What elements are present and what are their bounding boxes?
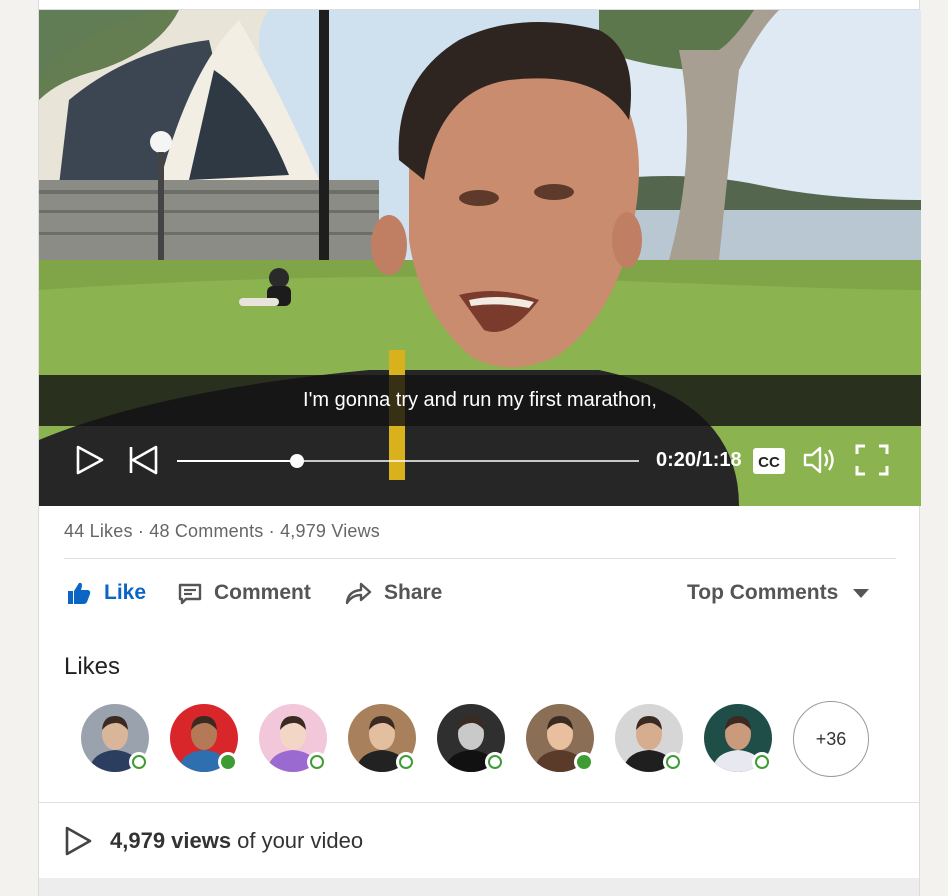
fullscreen-button[interactable] <box>855 444 889 476</box>
skip-back-icon <box>129 445 158 475</box>
mobile-status-ring <box>129 752 149 772</box>
volume-icon <box>803 446 834 474</box>
mobile-status-ring <box>663 752 683 772</box>
card-bottom-edge <box>39 878 919 896</box>
views-count: 4,979 views <box>110 828 232 853</box>
cc-label: CC <box>758 454 780 471</box>
like-button[interactable]: Like <box>66 575 146 611</box>
caret-down-icon <box>853 589 870 598</box>
closed-captions-button[interactable]: CC <box>753 448 785 474</box>
views-suffix: of your video <box>237 828 364 853</box>
progress-bar[interactable] <box>177 454 639 468</box>
progress-handle[interactable] <box>290 454 305 468</box>
caption-bar: I'm gonna try and run my first marathon, <box>39 375 921 426</box>
like-label: Like <box>104 581 147 604</box>
play-outline-icon <box>65 826 92 856</box>
online-status-dot <box>574 752 594 772</box>
time-display: 0:20/1:18 <box>656 449 742 471</box>
restart-button[interactable] <box>127 444 159 476</box>
sort-label: Top Comments <box>687 581 839 604</box>
more-likers-button[interactable]: +36 <box>793 701 869 777</box>
share-button[interactable]: Share <box>344 575 442 611</box>
social-counts[interactable]: 44 Likes · 48 Comments · 4,979 Views <box>64 521 380 542</box>
mobile-status-ring <box>752 752 772 772</box>
mobile-status-ring <box>396 752 416 772</box>
share-icon <box>345 582 372 605</box>
comments-sort-dropdown[interactable]: Top Comments <box>687 575 870 611</box>
play-icon <box>76 445 104 475</box>
caption-text: I'm gonna try and run my first marathon, <box>303 389 657 411</box>
video-analytics-link[interactable]: 4,979 views of your video <box>64 823 363 859</box>
comment-label: Comment <box>214 581 311 604</box>
video-controls: 0:20/1:18 CC <box>39 436 921 486</box>
mobile-status-ring <box>485 752 505 772</box>
video-player[interactable]: I'm gonna try and run my first marathon,… <box>39 10 921 506</box>
divider <box>39 802 919 803</box>
comment-icon <box>178 583 202 605</box>
comment-button[interactable]: Comment <box>178 575 311 611</box>
share-label: Share <box>384 581 443 604</box>
post-card: I'm gonna try and run my first marathon,… <box>38 0 921 896</box>
likes-heading: Likes <box>64 653 121 680</box>
divider <box>64 558 896 559</box>
cc-icon: CC <box>753 448 785 474</box>
mobile-status-ring <box>307 752 327 772</box>
play-button[interactable] <box>73 444 105 476</box>
online-status-dot <box>218 752 238 772</box>
volume-button[interactable] <box>803 444 839 476</box>
thumbs-up-icon <box>68 582 91 604</box>
fullscreen-icon <box>855 444 889 476</box>
progress-fill <box>177 460 298 462</box>
video-frame <box>39 10 921 506</box>
